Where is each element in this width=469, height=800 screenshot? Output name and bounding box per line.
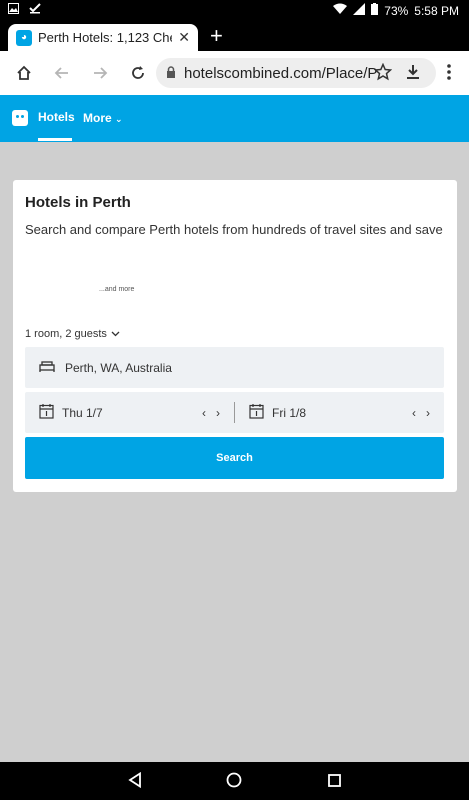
back-icon[interactable]	[46, 57, 78, 89]
close-tab-icon[interactable]: ✕	[178, 29, 190, 46]
search-button[interactable]: Search	[25, 437, 444, 479]
nav-more[interactable]: More ⌄	[83, 111, 123, 125]
and-more-text: ...and more	[99, 286, 135, 293]
signal-icon	[353, 3, 366, 18]
rooms-guests-selector[interactable]: 1 room, 2 guests	[25, 328, 120, 340]
battery-percent: 73%	[384, 3, 409, 18]
checkin-prev-icon[interactable]: ‹	[202, 406, 206, 420]
recent-apps-icon[interactable]	[328, 774, 341, 792]
address-bar[interactable]: hotelscombined.com/Place/P	[156, 58, 436, 88]
browser-toolbar: hotelscombined.com/Place/P	[0, 51, 469, 95]
nav-more-label: More	[83, 111, 112, 125]
forward-icon[interactable]	[84, 57, 116, 89]
page-subtitle: Search and compare Perth hotels from hun…	[25, 222, 443, 237]
browser-tab[interactable]: ◕ Perth Hotels: 1,123 Chea ✕	[8, 24, 198, 51]
clock: 5:58 PM	[414, 3, 459, 18]
checkout-value[interactable]: Fri 1/8	[272, 406, 412, 420]
dates-field: Thu 1/7 ‹ › Fri 1/8 ‹ ›	[25, 392, 444, 433]
status-bar: 73% 5:58 PM	[0, 0, 469, 20]
chevron-down-icon	[111, 328, 120, 340]
checkin-next-icon[interactable]: ›	[216, 406, 220, 420]
tab-strip: ◕ Perth Hotels: 1,123 Chea ✕ +	[0, 20, 469, 51]
image-icon	[8, 2, 19, 17]
destination-field[interactable]: Perth, WA, Australia	[25, 347, 444, 388]
nav-active-indicator	[38, 138, 72, 141]
bed-icon	[39, 360, 55, 375]
checkin-value[interactable]: Thu 1/7	[62, 406, 202, 420]
battery-icon	[371, 3, 379, 18]
nav-hotels[interactable]: Hotels	[38, 110, 75, 124]
home-icon[interactable]	[8, 57, 40, 89]
wifi-icon	[333, 3, 348, 18]
site-header: Hotels More ⌄	[0, 95, 469, 142]
back-triangle-icon[interactable]	[128, 771, 142, 793]
favicon-icon: ◕	[16, 29, 32, 46]
home-circle-icon[interactable]	[226, 772, 242, 793]
download-icon[interactable]	[404, 63, 422, 86]
tab-title: Perth Hotels: 1,123 Chea	[38, 30, 173, 45]
star-icon[interactable]	[373, 62, 393, 86]
calendar-icon	[249, 403, 264, 422]
page-title: Hotels in Perth	[25, 194, 131, 211]
check-icon	[29, 2, 41, 17]
reload-icon[interactable]	[122, 57, 154, 89]
menu-icon[interactable]	[446, 63, 452, 86]
hotelscombined-logo-icon[interactable]	[12, 110, 28, 126]
checkout-next-icon[interactable]: ›	[426, 406, 430, 420]
checkout-prev-icon[interactable]: ‹	[412, 406, 416, 420]
chevron-down-icon: ⌄	[115, 114, 123, 124]
rooms-guests-label: 1 room, 2 guests	[25, 328, 107, 340]
new-tab-icon[interactable]: +	[210, 25, 223, 47]
system-nav-bar	[0, 762, 469, 800]
destination-value[interactable]: Perth, WA, Australia	[65, 361, 172, 375]
search-card: Hotels in Perth Search and compare Perth…	[13, 180, 457, 492]
lock-icon[interactable]	[166, 65, 176, 82]
checkin-date[interactable]: Thu 1/7 ‹ ›	[25, 392, 234, 433]
calendar-icon	[39, 403, 54, 422]
checkout-date[interactable]: Fri 1/8 ‹ ›	[235, 392, 444, 433]
